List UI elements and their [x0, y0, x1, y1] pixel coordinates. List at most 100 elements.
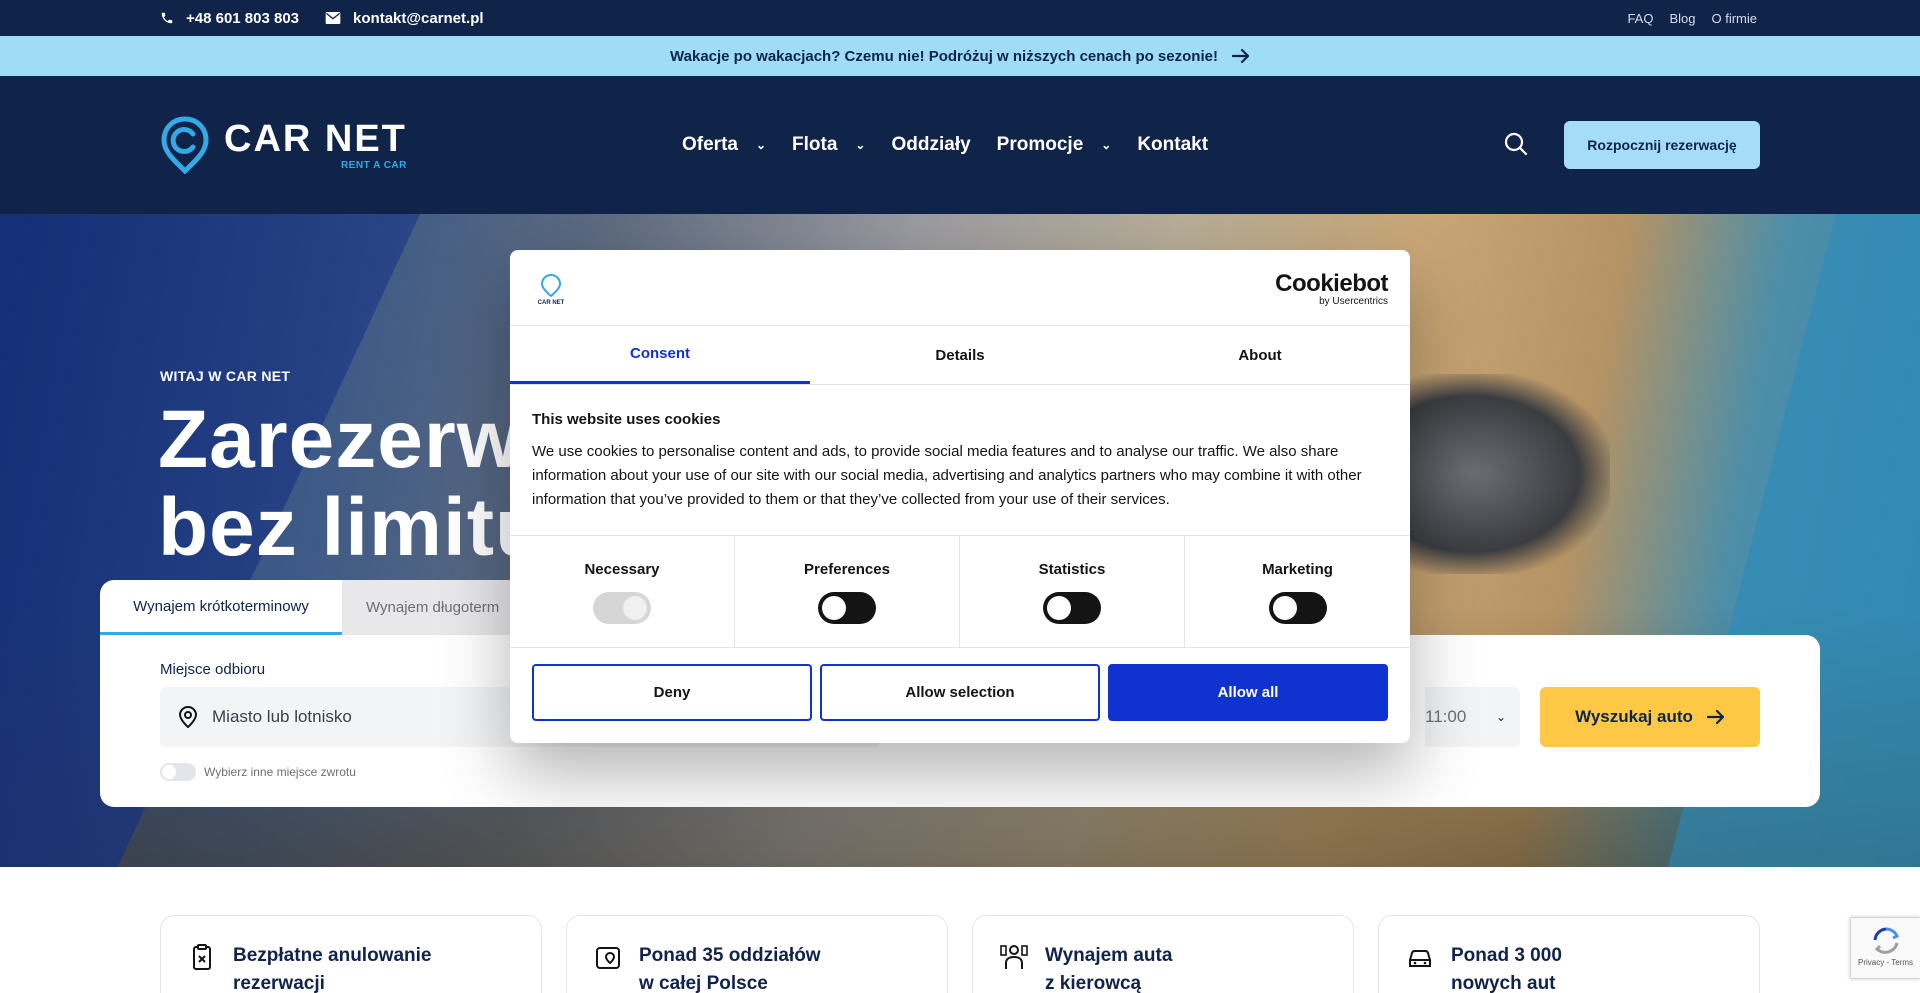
- logo[interactable]: CAR NET RENT A CAR: [160, 116, 407, 174]
- feature-line1: Bezpłatne anulowanie: [233, 945, 432, 966]
- search-car-label: Wyszukaj auto: [1575, 707, 1693, 726]
- return-location-toggle[interactable]: Wybierz inne miejsce zwrotu: [160, 763, 356, 781]
- promo-text: Wakacje po wakacjach? Czemu nie! Podróżu…: [670, 47, 1218, 65]
- category-necessary: Necessary: [510, 536, 735, 647]
- car-image: [1380, 374, 1610, 574]
- preferences-toggle[interactable]: [818, 592, 876, 624]
- cookie-buttons: Deny Allow selection Allow all: [510, 648, 1410, 737]
- phone-number: +48 601 803 803: [186, 9, 300, 27]
- phone-link[interactable]: +48 601 803 803: [160, 10, 299, 27]
- cookie-dialog: CAR NET Cookiebot by Usercentrics Consen…: [510, 250, 1410, 743]
- category-statistics: Statistics: [960, 536, 1185, 647]
- cookiebot-sub: by Usercentrics: [1319, 296, 1388, 307]
- top-links: FAQ Blog O firmie: [1627, 0, 1757, 36]
- necessary-toggle: [593, 592, 651, 624]
- blog-link[interactable]: Blog: [1669, 11, 1695, 26]
- pickup-time-select[interactable]: 11:00 ⌄: [1425, 687, 1520, 747]
- cookie-body: This website uses cookies We use cookies…: [510, 385, 1410, 536]
- recaptcha-badge[interactable]: Privacy - Terms: [1850, 917, 1920, 979]
- chevron-down-icon: ⌄: [755, 138, 767, 152]
- allow-all-button[interactable]: Allow all: [1108, 664, 1388, 721]
- email-link[interactable]: kontakt@carnet.pl: [325, 10, 484, 27]
- cookie-header: CAR NET Cookiebot by Usercentrics: [510, 250, 1410, 326]
- car-icon: [1409, 950, 1431, 967]
- category-label: Preferences: [804, 561, 890, 578]
- statistics-toggle[interactable]: [1043, 592, 1101, 624]
- feature-text: Ponad 35 oddziałów w całej Polsce: [639, 942, 821, 993]
- time-value: 11:00: [1425, 707, 1467, 726]
- cancel-clipboard-icon: [193, 944, 211, 970]
- tab-details[interactable]: Details: [810, 326, 1110, 384]
- deny-button[interactable]: Deny: [532, 664, 812, 721]
- feature-cards: Bezpłatne anulowanie rezerwacji Ponad 35 …: [160, 915, 1760, 993]
- start-reservation-button[interactable]: Rozpocznij rezerwację: [1564, 121, 1760, 169]
- cookie-tabs: Consent Details About: [510, 326, 1410, 385]
- feature-text: Ponad 3 000 nowych aut: [1451, 942, 1562, 993]
- return-toggle-label: Wybierz inne miejsce zwrotu: [204, 765, 356, 779]
- promo-banner[interactable]: Wakacje po wakacjach? Czemu nie! Podróżu…: [0, 36, 1920, 76]
- faq-link[interactable]: FAQ: [1627, 11, 1653, 26]
- cookie-categories: Necessary Preferences Statistics Marketi…: [510, 536, 1410, 648]
- toggle-switch[interactable]: [160, 763, 196, 781]
- feature-line1: Wynajem auta: [1045, 945, 1173, 966]
- phone-icon: [161, 12, 173, 24]
- search-car-button[interactable]: Wyszukaj auto: [1540, 687, 1760, 747]
- category-marketing: Marketing: [1185, 536, 1410, 647]
- logo-pin-icon: [161, 116, 209, 174]
- chevron-down-icon: ⌄: [1101, 138, 1112, 152]
- about-company-link[interactable]: O firmie: [1712, 11, 1758, 26]
- marketing-toggle[interactable]: [1268, 592, 1327, 624]
- nav-flota[interactable]: Flota ⌄: [792, 134, 865, 156]
- nav-label: Flota: [792, 134, 838, 155]
- top-bar: +48 601 803 803 kontakt@carnet.pl FAQ Bl…: [0, 0, 1920, 36]
- pickup-placeholder: Miasto lub lotnisko: [212, 707, 352, 726]
- pickup-label: Miejsce odbioru: [160, 661, 266, 678]
- search-icon[interactable]: [1503, 131, 1529, 157]
- recaptcha-icon: [1873, 927, 1899, 954]
- tab-about[interactable]: About: [1110, 326, 1410, 384]
- category-preferences: Preferences: [735, 536, 960, 647]
- email-address: kontakt@carnet.pl: [353, 9, 484, 27]
- nav-oddzialy[interactable]: Oddziały: [891, 134, 970, 156]
- allow-selection-button[interactable]: Allow selection: [820, 664, 1100, 721]
- feature-text: Wynajem auta z kierowcą: [1045, 942, 1172, 993]
- cookie-description: We use cookies to personalise content an…: [532, 443, 1362, 508]
- feature-line2: rezerwacji: [233, 973, 325, 993]
- feature-text: Bezpłatne anulowanie rezerwacji: [233, 942, 431, 993]
- nav-oferta[interactable]: Oferta ⌄: [682, 134, 766, 156]
- main-header: CAR NET RENT A CAR Oferta ⌄ Flota ⌄ Oddzia…: [0, 76, 1920, 214]
- chevron-down-icon: ⌄: [855, 138, 866, 152]
- mail-icon: [325, 12, 341, 24]
- hero-welcome: WITAJ W CAR NET: [160, 368, 291, 384]
- nav-label: Kontakt: [1137, 134, 1209, 155]
- category-label: Statistics: [1038, 561, 1106, 578]
- feature-line1: Ponad 35 oddziałów: [639, 945, 821, 966]
- nav-promocje[interactable]: Promocje ⌄: [997, 134, 1112, 156]
- carnet-logo-icon: CAR NET: [538, 273, 565, 306]
- feature-card: Ponad 35 oddziałów w całej Polsce: [566, 915, 948, 993]
- logo-subtext: RENT A CAR: [340, 159, 407, 171]
- tab-consent[interactable]: Consent: [510, 326, 810, 384]
- svg-text:CAR NET: CAR NET: [538, 300, 565, 306]
- feature-card: Ponad 3 000 nowych aut: [1378, 915, 1760, 993]
- recaptcha-text: Privacy - Terms: [1858, 958, 1913, 967]
- nav-label: Oddziały: [891, 134, 971, 155]
- tab-short-term[interactable]: Wynajem krótkoterminowy: [100, 580, 342, 635]
- logo-text: CAR NET: [224, 117, 407, 160]
- category-label: Necessary: [584, 561, 660, 578]
- main-nav: Oferta ⌄ Flota ⌄ Oddziały Promocje ⌄ Kontak…: [682, 76, 1208, 214]
- category-label: Marketing: [1262, 561, 1333, 578]
- driver-icon: [1000, 945, 1028, 969]
- feature-line2: nowych aut: [1451, 973, 1556, 993]
- nav-label: Oferta: [682, 134, 738, 155]
- cookie-title: This website uses cookies: [532, 411, 721, 428]
- chevron-down-icon: ⌄: [1495, 710, 1506, 724]
- map-pin-icon: [596, 947, 620, 969]
- nav-label: Promocje: [996, 134, 1084, 155]
- feature-card: Bezpłatne anulowanie rezerwacji: [160, 915, 542, 993]
- cookiebot-logo: Cookiebot by Usercentrics: [1275, 272, 1388, 308]
- nav-kontakt[interactable]: Kontakt: [1137, 134, 1208, 156]
- feature-line2: z kierowcą: [1045, 973, 1142, 993]
- arrow-right-icon: [1706, 709, 1724, 725]
- arrow-right-icon: [1231, 48, 1250, 64]
